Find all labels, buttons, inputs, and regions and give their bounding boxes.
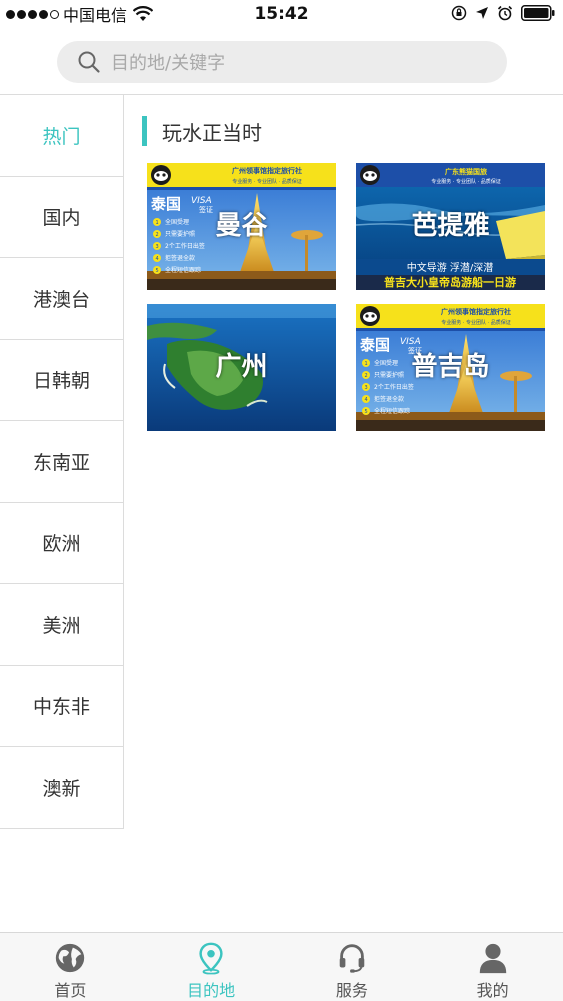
card-title-bangkok: 曼谷 xyxy=(215,211,268,241)
section-header: 玩水正当时 xyxy=(142,115,262,147)
card-banner-sub: 专业服务 · 专业团队 · 品质保证 xyxy=(431,178,501,185)
tab-home[interactable]: 首页 xyxy=(0,933,141,1001)
tab-service[interactable]: 服务 xyxy=(282,933,423,1001)
destination-card-bangkok[interactable]: 广州领事馆指定旅行社 专业服务 · 专业团队 · 品质保证 泰国 VISA 签证… xyxy=(147,163,336,290)
card-caption-1: 中文导游 浮潜/深潜 xyxy=(407,261,494,274)
rotation-lock-icon xyxy=(451,5,467,21)
location-pin-icon xyxy=(199,942,223,975)
status-right xyxy=(451,5,555,21)
card-title-pattaya: 芭提雅 xyxy=(411,211,490,241)
card-banner-top: 广东熊猫国旅 xyxy=(445,167,487,176)
card-banner-sub: 专业服务 · 专业团队 · 品质保证 xyxy=(441,319,511,326)
svg-text:5: 5 xyxy=(365,409,368,415)
card-feature: 拒签退全款 xyxy=(374,395,404,403)
category-middle-east-africa[interactable]: 中东非 xyxy=(0,665,123,747)
user-icon xyxy=(479,943,506,974)
card-feature: 拒签退全款 xyxy=(165,254,195,262)
card-caption-2: 普吉大小皇帝岛游船一日游 xyxy=(384,275,516,289)
destination-card-guangzhou[interactable]: 广州 xyxy=(147,304,336,431)
card-banner-top: 广州领事馆指定旅行社 xyxy=(441,307,511,316)
category-europe[interactable]: 欧洲 xyxy=(0,502,123,584)
card-feature: 全程短信跟踪 xyxy=(374,407,410,415)
location-arrow-icon xyxy=(476,7,488,19)
status-bar: 中国电信 15:42 xyxy=(0,0,563,28)
card-title-guangzhou: 广州 xyxy=(215,352,268,382)
category-americas[interactable]: 美洲 xyxy=(0,584,123,666)
section-accent-bar xyxy=(142,116,147,146)
alarm-icon xyxy=(497,5,513,21)
tab-profile[interactable]: 我的 xyxy=(422,933,563,1001)
svg-text:3: 3 xyxy=(156,244,159,250)
card-feature: 2个工作日出签 xyxy=(165,242,205,250)
battery-icon xyxy=(521,5,555,21)
headset-icon xyxy=(339,944,365,973)
category-japan-korea[interactable]: 日韩朝 xyxy=(0,339,123,421)
tab-label: 我的 xyxy=(476,981,509,1000)
category-sidebar: 热门 国内 港澳台 日韩朝 东南亚 欧洲 美洲 中东非 澳新 xyxy=(0,95,124,829)
tab-label: 服务 xyxy=(335,981,368,1000)
category-hot[interactable]: 热门 xyxy=(0,95,123,177)
card-title-phuket: 普吉岛 xyxy=(411,352,490,382)
svg-text:4: 4 xyxy=(156,256,159,262)
card-banner-sub: 专业服务 · 专业团队 · 品质保证 xyxy=(232,178,302,185)
search-bar-area: 目的地/关键字 xyxy=(0,28,563,95)
tab-destinations[interactable]: 目的地 xyxy=(141,933,282,1001)
destination-card-phuket[interactable]: 广州领事馆指定旅行社 专业服务 · 专业团队 · 品质保证 泰国 VISA 签证… xyxy=(356,304,545,431)
category-southeast-asia[interactable]: 东南亚 xyxy=(0,421,123,503)
bottom-tab-bar: 首页 目的地 服务 我的 xyxy=(0,932,563,1001)
category-domestic[interactable]: 国内 xyxy=(0,176,123,258)
card-banner-top: 广州领事馆指定旅行社 xyxy=(232,166,302,175)
svg-text:5: 5 xyxy=(156,268,159,274)
search-input[interactable]: 目的地/关键字 xyxy=(57,41,507,83)
search-placeholder: 目的地/关键字 xyxy=(111,53,226,74)
card-feature: 全程短信跟踪 xyxy=(165,266,201,274)
search-icon xyxy=(78,51,100,73)
category-hk-macau-taiwan[interactable]: 港澳台 xyxy=(0,258,123,340)
tab-label: 首页 xyxy=(54,981,87,1000)
tab-label: 目的地 xyxy=(187,981,236,1000)
globe-icon xyxy=(56,943,85,973)
svg-text:4: 4 xyxy=(365,397,368,403)
card-feature: 2个工作日出签 xyxy=(374,383,414,391)
category-australia-nz[interactable]: 澳新 xyxy=(0,747,123,829)
section-title: 玩水正当时 xyxy=(162,120,262,145)
destination-card-pattaya[interactable]: 广东熊猫国旅 专业服务 · 专业团队 · 品质保证 中文导游 浮潜/深潜 普吉大… xyxy=(356,163,545,290)
svg-text:3: 3 xyxy=(365,385,368,391)
